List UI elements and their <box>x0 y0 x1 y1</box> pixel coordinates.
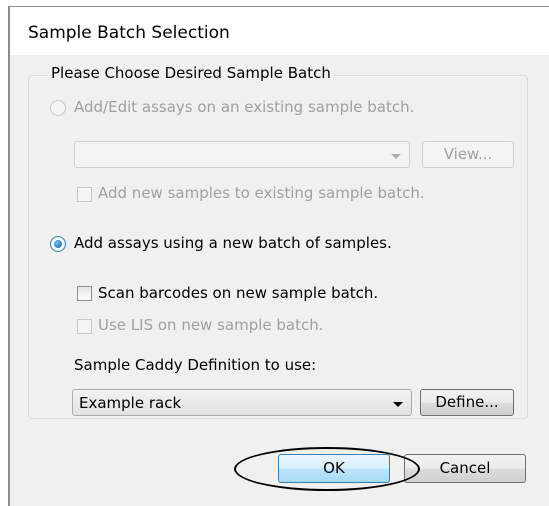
chevron-down-icon <box>391 154 401 159</box>
chevron-down-icon <box>393 402 403 407</box>
existing-batch-radio-label: Add/Edit assays on an existing sample ba… <box>74 98 415 116</box>
cancel-button[interactable]: Cancel <box>404 454 526 483</box>
caddy-definition-dropdown[interactable]: Example rack <box>72 389 412 416</box>
use-lis-label: Use LIS on new sample batch. <box>98 316 324 334</box>
dialog-titlebar: Sample Batch Selection <box>10 7 549 55</box>
existing-batch-dropdown[interactable] <box>74 141 410 168</box>
caddy-definition-value: Example rack <box>79 394 182 412</box>
groupbox-legend: Please Choose Desired Sample Batch <box>48 64 334 82</box>
define-button[interactable]: Define... <box>420 389 514 416</box>
dialog-title: Sample Batch Selection <box>28 23 230 43</box>
view-button[interactable]: View... <box>422 141 514 168</box>
radio-selected-dot <box>54 240 62 248</box>
use-lis-checkbox[interactable] <box>77 319 92 334</box>
existing-batch-radio[interactable] <box>50 100 66 116</box>
caddy-definition-label: Sample Caddy Definition to use: <box>74 356 317 374</box>
add-new-samples-label: Add new samples to existing sample batch… <box>98 184 425 202</box>
add-new-samples-checkbox[interactable] <box>77 187 92 202</box>
new-batch-radio-label: Add assays using a new batch of samples. <box>74 234 392 252</box>
scan-barcodes-label: Scan barcodes on new sample batch. <box>98 284 379 302</box>
new-batch-radio[interactable] <box>50 236 66 252</box>
ok-button[interactable]: OK <box>278 454 390 483</box>
scan-barcodes-checkbox[interactable] <box>77 286 92 301</box>
